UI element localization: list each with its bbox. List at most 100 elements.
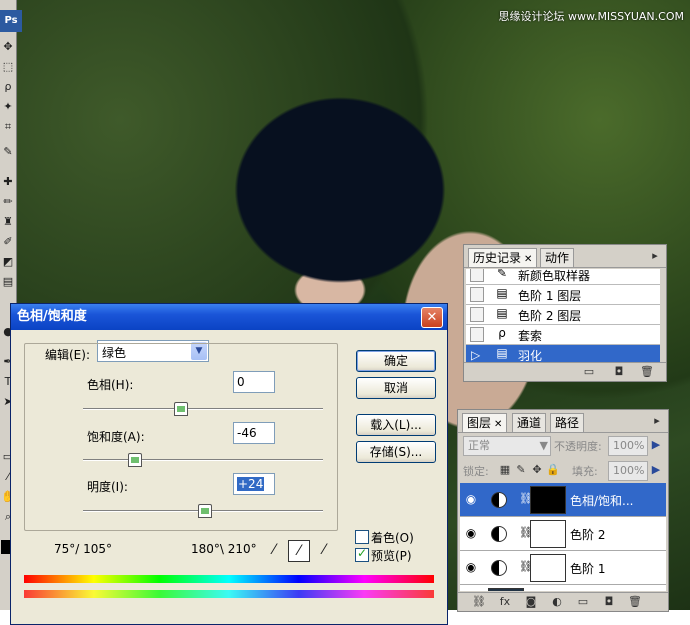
layer-row-selected[interactable]: ◉ ⛓ 色相/饱和...	[460, 483, 666, 517]
history-item[interactable]: ▤ 色阶 1 图层	[466, 285, 660, 305]
hue-input[interactable]: 0	[233, 371, 275, 393]
close-icon[interactable]: ✕	[494, 419, 502, 430]
layer-name: 色阶 2	[570, 528, 606, 542]
history-item[interactable]: ✎ 新颜色取样器	[466, 269, 660, 285]
document-icon: ▤	[496, 306, 508, 320]
slice-tool-icon[interactable]: ✎	[1, 145, 15, 159]
snapshot-icon[interactable]: ◘	[612, 365, 626, 379]
history-footer: ▭ ◘ 🗑	[464, 362, 666, 381]
layer-mask-thumbnail[interactable]	[530, 554, 566, 582]
load-button[interactable]: 载入(L)...	[356, 414, 436, 436]
saturation-slider-thumb[interactable]	[128, 453, 142, 467]
watermark: 思缘设计论坛 www.MISSYUAN.COM	[498, 10, 684, 23]
cancel-button[interactable]: 取消	[356, 377, 436, 399]
saturation-slider[interactable]	[83, 459, 323, 461]
new-group-icon[interactable]: ▭	[576, 595, 590, 609]
history-item-label: 色阶 1 图层	[518, 289, 582, 303]
tab-channels[interactable]: 通道	[512, 413, 547, 432]
trash-icon[interactable]: 🗑	[628, 595, 642, 609]
opacity-value: 100%	[613, 439, 645, 452]
layers-tabs: 图层 ✕ 通道 路径 ▸	[458, 410, 668, 433]
lock-position-icon[interactable]: ✥	[530, 463, 544, 477]
tab-history[interactable]: 历史记录 ✕	[468, 248, 538, 267]
snapshot-box[interactable]	[470, 287, 484, 302]
lock-all-icon[interactable]: 🔒	[546, 463, 560, 477]
blend-mode-select[interactable]: 正常 ▼	[463, 436, 551, 456]
history-brush-tool-icon[interactable]: ✐	[1, 235, 15, 249]
adjustment-layer-icon	[491, 560, 507, 576]
hue-slider[interactable]	[83, 408, 323, 410]
gradient-tool-icon[interactable]: ▤	[1, 275, 15, 289]
fill-input[interactable]: 100%	[608, 461, 648, 481]
lasso-tool-icon[interactable]: ρ	[1, 80, 15, 94]
opacity-input[interactable]: 100%	[608, 436, 648, 456]
lightness-input[interactable]: +24	[233, 473, 275, 495]
tab-paths[interactable]: 路径	[550, 413, 585, 432]
lock-transparency-icon[interactable]: ▦	[498, 463, 512, 477]
save-button[interactable]: 存储(S)...	[356, 441, 436, 463]
stamp-tool-icon[interactable]: ♜	[1, 215, 15, 229]
subtract-eyedropper-icon[interactable]: ⁄	[314, 540, 334, 560]
layers-footer: ⛓ fx ◙ ◐ ▭ ◘ 🗑	[458, 592, 668, 611]
layer-mask-thumbnail[interactable]	[530, 486, 566, 514]
panel-menu-icon[interactable]: ▸	[650, 414, 664, 428]
hue-spectrum-top	[24, 575, 434, 583]
snapshot-box[interactable]	[470, 327, 484, 342]
history-list: ✎ 新颜色取样器 ▤ 色阶 1 图层 ▤ 色阶 2 图层 ρ 套索 ▷ ▤ 羽化	[466, 269, 660, 364]
link-layers-icon[interactable]: ⛓	[472, 595, 486, 609]
ok-button[interactable]: 确定	[356, 350, 436, 372]
history-item[interactable]: ▤ 色阶 2 图层	[466, 305, 660, 325]
layer-mask-thumbnail[interactable]	[530, 520, 566, 548]
new-adjustment-icon[interactable]: ◐	[550, 595, 564, 609]
lock-pixels-icon[interactable]: ✎	[514, 463, 528, 477]
add-mask-icon[interactable]: ◙	[524, 595, 538, 609]
lightness-slider-thumb[interactable]	[198, 504, 212, 518]
new-document-icon[interactable]: ▭	[582, 365, 596, 379]
panel-menu-icon[interactable]: ▸	[648, 249, 662, 263]
colorize-checkbox[interactable]	[355, 530, 369, 544]
brush-tool-icon[interactable]: ✏	[1, 195, 15, 209]
chevron-down-icon: ▼	[539, 439, 548, 452]
preview-label: 预览(P)	[371, 549, 412, 563]
close-button[interactable]: ✕	[421, 307, 443, 328]
preview-checkbox[interactable]	[355, 546, 369, 562]
eye-icon[interactable]: ◉	[463, 492, 479, 506]
history-state-marker-icon: ▷	[470, 347, 484, 362]
new-layer-icon[interactable]: ◘	[602, 595, 616, 609]
adjustment-layer-icon	[491, 492, 507, 508]
magic-wand-tool-icon[interactable]: ✦	[1, 100, 15, 114]
healing-tool-icon[interactable]: ✚	[1, 175, 15, 189]
snapshot-box[interactable]	[470, 307, 484, 322]
history-item[interactable]: ρ 套索	[466, 325, 660, 345]
eyedropper-icon[interactable]: ⁄	[264, 540, 284, 560]
close-icon[interactable]: ✕	[524, 254, 532, 265]
layer-row[interactable]: ◉ ⛓ 色阶 1	[460, 551, 666, 585]
hue-spectrum-bottom	[24, 590, 434, 598]
trash-icon[interactable]: 🗑	[640, 365, 654, 379]
adjustment-layer-icon	[491, 526, 507, 542]
fill-arrow-icon[interactable]: ▶	[649, 463, 663, 477]
fx-icon[interactable]: fx	[498, 595, 512, 609]
opacity-arrow-icon[interactable]: ▶	[649, 438, 663, 452]
eye-icon[interactable]: ◉	[463, 560, 479, 574]
marquee-tool-icon[interactable]: ⬚	[1, 60, 15, 74]
history-tabs: 历史记录 ✕ 动作 ▸	[464, 245, 666, 268]
move-tool-icon[interactable]: ✥	[1, 40, 15, 54]
crop-tool-icon[interactable]: ⌗	[1, 120, 15, 134]
layer-row-background[interactable]: ◉背景🔒	[460, 585, 666, 591]
saturation-input[interactable]: -46	[233, 422, 275, 444]
range-right-readout: 180°\ 210°	[191, 542, 257, 556]
add-eyedropper-icon[interactable]: ⁄	[288, 540, 310, 562]
range-left-readout: 75°/ 105°	[54, 542, 113, 556]
layer-row[interactable]: ◉ ⛓ 色阶 2	[460, 517, 666, 551]
tab-actions[interactable]: 动作	[540, 248, 575, 267]
snapshot-box[interactable]	[470, 269, 484, 282]
eraser-tool-icon[interactable]: ◩	[1, 255, 15, 269]
layers-panel: 图层 ✕ 通道 路径 ▸ 正常 ▼ 不透明度: 100% ▶ 锁定: ▦ ✎ ✥ 🔒…	[457, 409, 669, 612]
hue-slider-thumb[interactable]	[174, 402, 188, 416]
tab-layers[interactable]: 图层 ✕	[462, 413, 508, 432]
tab-history-label: 历史记录	[473, 251, 522, 265]
eye-icon[interactable]: ◉	[463, 526, 479, 540]
history-item-label: 色阶 2 图层	[518, 309, 582, 323]
history-item-label: 新颜色取样器	[518, 269, 591, 283]
